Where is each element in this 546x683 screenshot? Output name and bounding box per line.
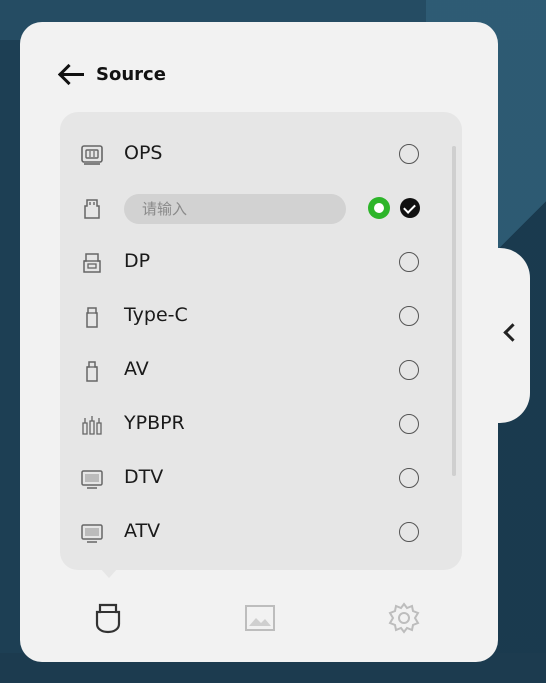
list-item-rename[interactable] <box>80 188 440 228</box>
edit-active-icon[interactable] <box>368 197 390 219</box>
select-radio[interactable] <box>399 306 419 326</box>
tv-screen-icon <box>81 470 103 489</box>
panel-header[interactable]: Source <box>57 60 166 88</box>
source-name-input[interactable] <box>124 194 346 224</box>
source-label: DP <box>124 250 151 272</box>
list-item-av[interactable]: AV <box>80 350 440 390</box>
source-list <box>60 112 462 570</box>
select-radio[interactable] <box>399 144 419 164</box>
confirm-check-icon[interactable] <box>400 198 420 218</box>
scrollbar[interactable] <box>452 146 456 476</box>
source-label: Type-C <box>124 304 188 326</box>
list-item-ops[interactable]: OPS <box>80 134 440 174</box>
list-item-atv[interactable]: ATV <box>80 512 440 552</box>
av-plug-icon <box>86 361 98 382</box>
type-c-plug-icon <box>86 307 98 328</box>
usb-plug-icon <box>84 199 100 219</box>
select-radio[interactable] <box>399 414 419 434</box>
list-item-dp[interactable]: DP <box>80 242 440 282</box>
list-item-type-c[interactable]: Type-C <box>80 296 440 336</box>
source-label: YPBPR <box>124 412 185 434</box>
source-label: DTV <box>124 466 164 488</box>
settings-gear-icon[interactable] <box>386 600 422 636</box>
select-radio[interactable] <box>399 360 419 380</box>
tv-screen-icon <box>81 524 103 543</box>
input-source-icon[interactable] <box>90 600 126 636</box>
dp-port-icon <box>83 253 101 273</box>
bottom-nav <box>20 586 498 656</box>
list-item-ypbpr[interactable]: YPBPR <box>80 404 440 444</box>
source-label: ATV <box>124 520 161 542</box>
source-label: OPS <box>124 142 163 164</box>
list-item-dtv[interactable]: DTV <box>80 458 440 498</box>
component-cables-icon <box>82 416 102 435</box>
chevron-left-icon <box>503 323 522 342</box>
scrollbar-thumb[interactable] <box>452 146 456 476</box>
back-arrow-icon[interactable] <box>57 63 86 86</box>
select-radio[interactable] <box>399 522 419 542</box>
page-title: Source <box>96 63 166 85</box>
picture-icon[interactable] <box>242 600 278 636</box>
select-radio[interactable] <box>399 252 419 272</box>
select-radio[interactable] <box>399 468 419 488</box>
source-label: AV <box>124 358 149 380</box>
active-tab-pointer <box>100 568 118 578</box>
ops-box-icon <box>81 145 103 165</box>
